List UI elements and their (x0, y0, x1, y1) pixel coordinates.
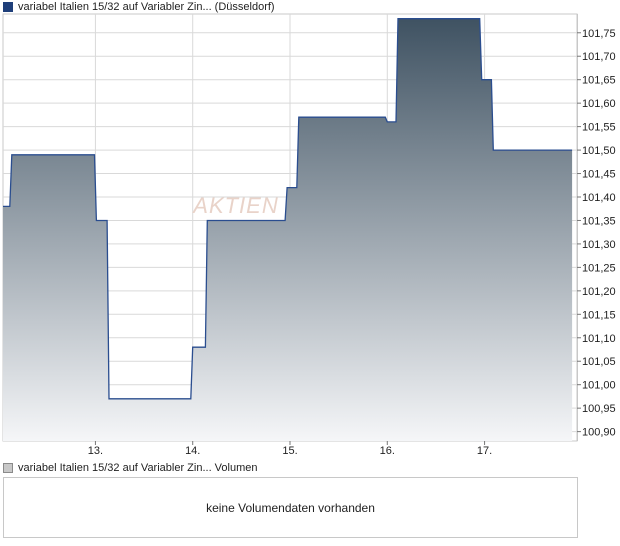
price-chart: AKTIEN 100,90 100,95 101,00 101,05 101,10 101… (2, 13, 616, 457)
y-tick-label: 101,35 (582, 215, 616, 227)
y-tick-label: 101,70 (582, 51, 616, 63)
y-tick-label: 101,50 (582, 145, 616, 157)
y-tick-label: 100,95 (582, 403, 616, 415)
watermark: AKTIEN (191, 193, 278, 218)
y-tick-label: 101,10 (582, 333, 616, 345)
y-tick-label: 101,20 (582, 286, 616, 298)
y-tick-label: 101,40 (582, 192, 616, 204)
y-tick-label: 101,15 (582, 309, 616, 321)
y-tick-label: 101,25 (582, 262, 616, 274)
x-tick-label: 16. (380, 445, 395, 457)
volume-legend: variabel Italien 15/32 auf Variabler Zin… (3, 461, 258, 475)
x-tick-label: 14. (185, 445, 200, 457)
y-tick-label: 101,55 (582, 122, 616, 134)
x-tick-label: 15. (282, 445, 297, 457)
y-tick-label: 101,65 (582, 75, 616, 87)
x-tick-label: 17. (477, 445, 492, 457)
x-tick-label: 13. (88, 445, 103, 457)
y-tick-label: 101,30 (582, 239, 616, 251)
volume-legend-label: variabel Italien 15/32 auf Variabler Zin… (18, 462, 258, 474)
y-tick-label: 101,75 (582, 28, 616, 40)
y-tick-label: 100,90 (582, 427, 616, 439)
y-tick-label: 101,00 (582, 380, 616, 392)
no-volume-message: keine Volumendaten vorhanden (206, 500, 375, 515)
y-tick-label: 101,60 (582, 98, 616, 110)
y-tick-label: 101,45 (582, 169, 616, 181)
volume-legend-swatch (3, 463, 13, 473)
y-tick-label: 101,05 (582, 356, 616, 368)
y-axis-frame (577, 14, 578, 441)
volume-panel: keine Volumendaten vorhanden (3, 477, 578, 538)
